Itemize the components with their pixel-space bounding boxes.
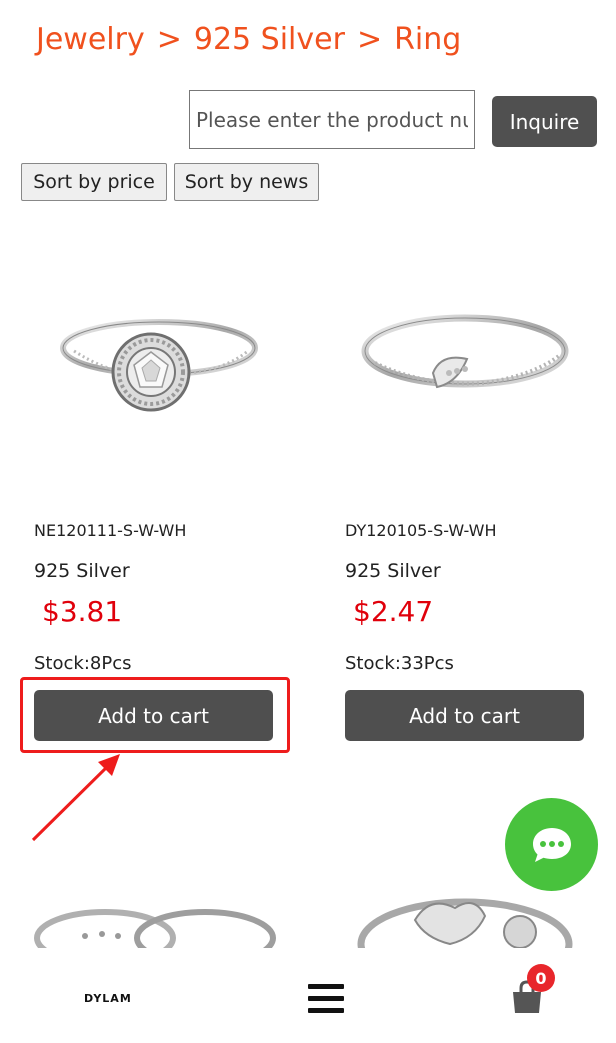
- product-sku[interactable]: DY120105-S-W-WH: [345, 521, 497, 540]
- breadcrumb-ring[interactable]: Ring: [394, 22, 461, 57]
- brand-logo[interactable]: DYLAM: [84, 992, 132, 1005]
- hamburger-menu-icon[interactable]: [308, 984, 344, 1014]
- product-price: $2.47: [353, 595, 434, 628]
- bottom-nav: DYLAM 0: [0, 948, 616, 1043]
- add-to-cart-button[interactable]: Add to cart: [345, 690, 584, 741]
- inquire-button[interactable]: Inquire: [492, 96, 597, 147]
- product-number-search-input[interactable]: [189, 90, 475, 149]
- cart-count-badge: 0: [527, 964, 555, 992]
- breadcrumb-jewelry[interactable]: Jewelry: [36, 22, 145, 57]
- breadcrumb-925-silver[interactable]: 925 Silver: [194, 22, 345, 57]
- product-image-leaf-ring[interactable]: [345, 255, 585, 455]
- breadcrumb: Jewelry >925 Silver > Ring: [36, 22, 461, 57]
- product-price: $3.81: [42, 595, 123, 628]
- product-sku[interactable]: NE120111-S-W-WH: [34, 521, 186, 540]
- product-stock: Stock:33Pcs: [345, 653, 454, 674]
- annotation-arrow: [31, 754, 120, 842]
- product-stock: Stock:8Pcs: [34, 653, 132, 674]
- product-material: 925 Silver: [34, 560, 130, 582]
- sort-by-news-button[interactable]: Sort by news: [174, 163, 319, 201]
- product-material: 925 Silver: [345, 560, 441, 582]
- product-image-halo-ring[interactable]: [34, 255, 274, 455]
- sort-by-price-button[interactable]: Sort by price: [21, 163, 167, 201]
- chat-bubble-icon: [532, 827, 571, 862]
- product-image-ring-set[interactable]: [30, 880, 280, 948]
- chat-button[interactable]: [505, 798, 598, 891]
- breadcrumb-separator: >: [156, 22, 182, 57]
- breadcrumb-separator: >: [356, 22, 383, 57]
